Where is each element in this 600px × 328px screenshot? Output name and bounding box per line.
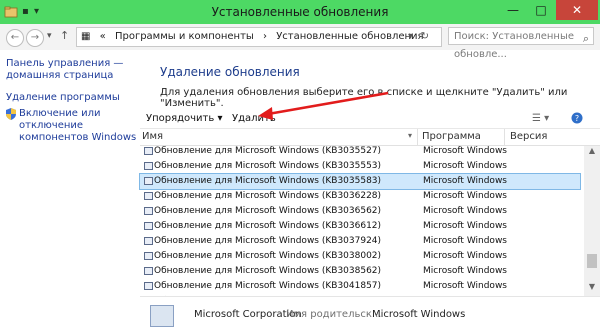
- arrow-shaft: [267, 91, 389, 116]
- annotation-arrow: [258, 91, 389, 120]
- arrow-head: [258, 107, 273, 120]
